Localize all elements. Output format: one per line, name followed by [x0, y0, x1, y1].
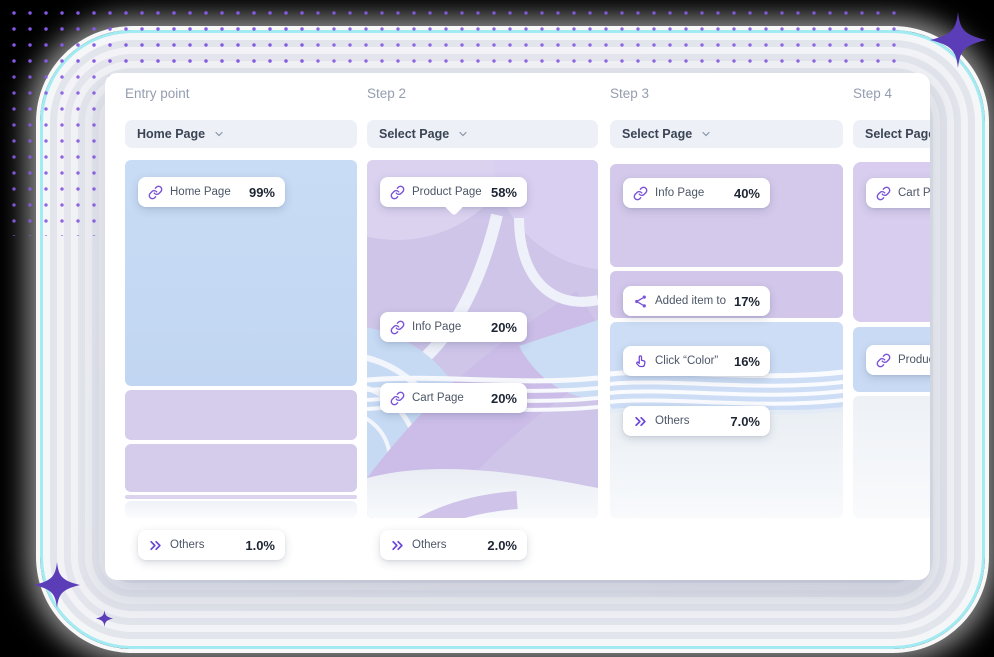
chip-label: Click “Color”: [655, 355, 727, 367]
chip-value: 58%: [491, 185, 517, 200]
node-chip-info-page[interactable]: Info Page 40%: [623, 178, 770, 208]
link-icon: [390, 320, 405, 335]
link-icon: [390, 185, 405, 200]
chip-label: Product Page: [412, 186, 484, 198]
node-chip-home-page[interactable]: Home Page 99%: [138, 177, 285, 207]
chip-label: Cart Page: [898, 187, 930, 199]
node-chip-click-color[interactable]: Click “Color” 16%: [623, 346, 770, 376]
node-chip-cart-page[interactable]: Cart Page 20%: [380, 383, 527, 413]
chevron-down-icon: [213, 128, 225, 140]
link-icon: [390, 391, 405, 406]
chip-label: Product Page: [898, 354, 930, 366]
dropdown-value: Home Page: [137, 127, 205, 141]
node-chip-others[interactable]: Others 7.0%: [623, 406, 770, 436]
node-chip-cart-page[interactable]: Cart Page: [866, 178, 930, 208]
chevron-down-icon: [700, 128, 712, 140]
chip-label: Others: [170, 539, 238, 551]
chip-value: 7.0%: [730, 414, 760, 429]
segment-purple: [125, 444, 357, 492]
chip-value: 1.0%: [245, 538, 275, 553]
chevron-down-icon: [457, 128, 469, 140]
column-header-step-4: Step 4: [853, 86, 892, 101]
tap-icon: [633, 354, 648, 369]
chip-value: 20%: [491, 320, 517, 335]
share-icon: [633, 294, 648, 309]
dropdown-value: Select Page: [865, 127, 930, 141]
footer-chip-others[interactable]: Others 2.0%: [380, 530, 527, 560]
footer-chip-others[interactable]: Others 1.0%: [138, 530, 285, 560]
chip-value: 20%: [491, 391, 517, 406]
chip-label: Info Page: [655, 187, 727, 199]
chip-value: 40%: [734, 186, 760, 201]
chip-value: 2.0%: [487, 538, 517, 553]
segment-thin: [125, 495, 357, 499]
chip-value: 99%: [249, 185, 275, 200]
step-3-dropdown[interactable]: Select Page: [610, 120, 843, 148]
link-icon: [876, 186, 891, 201]
chip-label: Cart Page: [412, 392, 484, 404]
funnel-panel: Entry point Step 2 Step 3 Step 4 Home Pa…: [105, 73, 930, 580]
link-icon: [876, 353, 891, 368]
node-chip-product-page[interactable]: Product Page: [866, 345, 930, 375]
dropdown-value: Select Page: [379, 127, 449, 141]
chip-value: 16%: [734, 354, 760, 369]
sankey-art-step-3: [610, 160, 843, 518]
step-4-dropdown[interactable]: Select Page: [853, 120, 930, 148]
chip-label: Home Page: [170, 186, 242, 198]
double-chevron-icon: [390, 538, 405, 553]
link-icon: [148, 185, 163, 200]
dropdown-value: Select Page: [622, 127, 692, 141]
chip-label: Added item to cart: [655, 295, 727, 307]
segment-purple: [125, 390, 357, 440]
node-chip-added-item-to-cart[interactable]: Added item to cart 17%: [623, 286, 770, 316]
column-header-step-2: Step 2: [367, 86, 406, 101]
chip-label: Others: [412, 539, 480, 551]
step-2-dropdown[interactable]: Select Page: [367, 120, 598, 148]
segment-others: [853, 396, 930, 518]
column-header-entry-point: Entry point: [125, 86, 190, 101]
entry-point-dropdown[interactable]: Home Page: [125, 120, 357, 148]
chip-label: Others: [655, 415, 723, 427]
chip-value: 17%: [734, 294, 760, 309]
double-chevron-icon: [633, 414, 648, 429]
link-icon: [633, 186, 648, 201]
double-chevron-icon: [148, 538, 163, 553]
page-background: { "colors": { "accent_purple": "#5b3db8"…: [0, 0, 994, 657]
column-header-step-3: Step 3: [610, 86, 649, 101]
chip-label: Info Page: [412, 321, 484, 333]
node-chip-product-page[interactable]: Product Page 58%: [380, 177, 527, 207]
node-chip-info-page[interactable]: Info Page 20%: [380, 312, 527, 342]
segment-others: [125, 501, 357, 518]
